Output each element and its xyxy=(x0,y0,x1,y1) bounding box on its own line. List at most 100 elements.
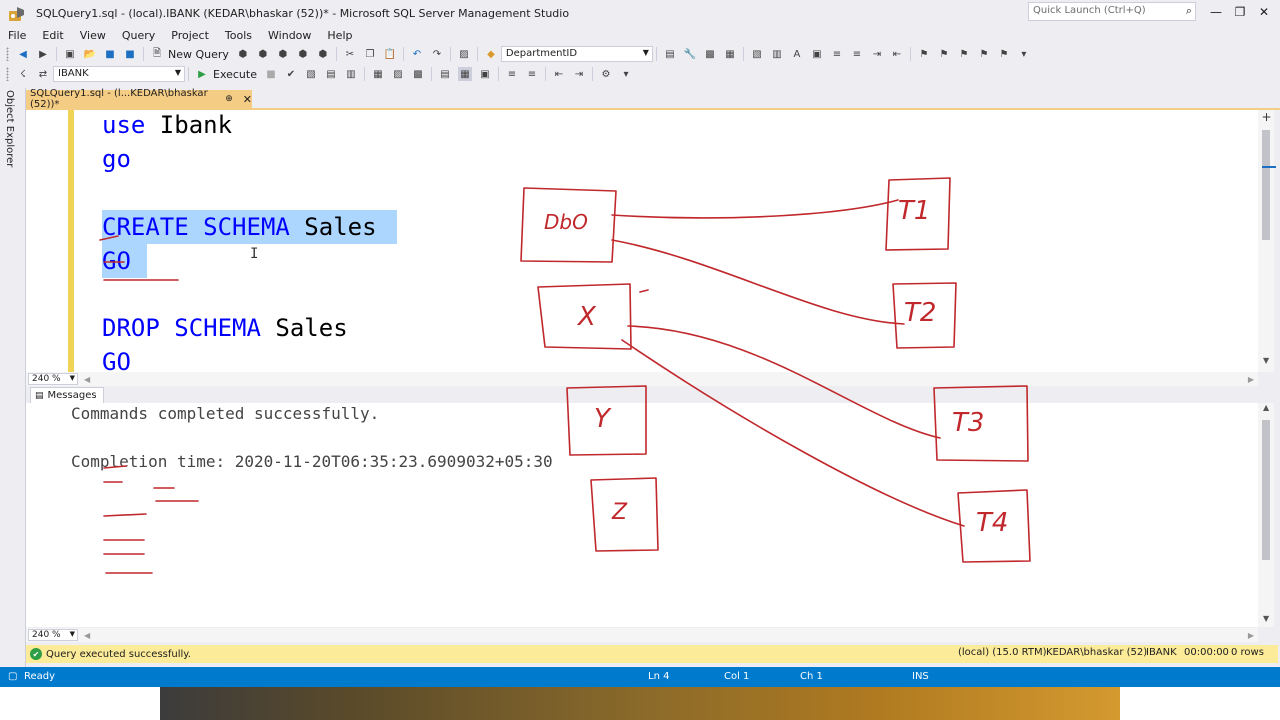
specify-values-icon[interactable]: ⚙ xyxy=(599,67,613,81)
restore-button[interactable]: ❐ xyxy=(1228,3,1252,21)
message-line-1: Commands completed successfully. xyxy=(71,404,380,423)
open-file-icon[interactable]: 📂 xyxy=(83,47,97,61)
save-all-icon[interactable]: ■ xyxy=(123,47,137,61)
back-icon[interactable]: ◀ xyxy=(16,47,30,61)
results-to-grid-icon[interactable]: ▦ xyxy=(458,67,472,81)
dax-query-icon[interactable]: ⬢ xyxy=(316,47,330,61)
comment-lines-icon[interactable]: ≡ xyxy=(505,67,519,81)
increase-indent-icon[interactable]: ⇥ xyxy=(572,67,586,81)
object-explorer-collapsed-tab[interactable]: Object Explorer xyxy=(0,88,26,668)
undo-icon[interactable]: ↶ xyxy=(410,47,424,61)
scroll-right-icon[interactable]: ▶ xyxy=(1248,631,1254,640)
clear-bookmarks-icon[interactable]: ⚑ xyxy=(997,47,1011,61)
prev-bookmark-icon[interactable]: ⚑ xyxy=(937,47,951,61)
menu-tools[interactable]: Tools xyxy=(217,29,260,42)
comment-icon[interactable]: ≡ xyxy=(830,47,844,61)
copy-icon[interactable]: ❐ xyxy=(363,47,377,61)
messages-scroll-up-icon[interactable]: ▲ xyxy=(1263,403,1269,412)
menu-file[interactable]: File xyxy=(0,29,34,42)
outdent-icon[interactable]: ⇤ xyxy=(890,47,904,61)
menu-window[interactable]: Window xyxy=(260,29,319,42)
execute-icon[interactable]: ▶ xyxy=(195,67,209,81)
xmla-query-icon[interactable]: ⬢ xyxy=(296,47,310,61)
dmx-query-icon[interactable]: ⬢ xyxy=(276,47,290,61)
toolbar-grip[interactable] xyxy=(6,67,9,81)
messages-zoom-bar: 240 % ▼ ◀ ▶ xyxy=(26,628,1258,642)
save-icon[interactable]: ■ xyxy=(103,47,117,61)
toolbar-overflow-icon[interactable]: ▾ xyxy=(1017,47,1031,61)
department-combo[interactable]: DepartmentID ▼ xyxy=(500,46,653,62)
mdx-query-icon[interactable]: ⬢ xyxy=(256,47,270,61)
redo-icon[interactable]: ↷ xyxy=(430,47,444,61)
toolbar-overflow-icon[interactable]: ▾ xyxy=(619,67,633,81)
scroll-left-icon[interactable]: ◀ xyxy=(84,375,90,384)
minimize-button[interactable]: — xyxy=(1204,3,1228,21)
next-bookmark-icon[interactable]: ⚑ xyxy=(957,47,971,61)
wrench-icon[interactable]: 🔧 xyxy=(683,47,697,61)
editor-scroll-thumb[interactable] xyxy=(1262,130,1270,240)
font-size-icon[interactable]: A xyxy=(790,47,804,61)
cancel-query-icon[interactable]: ■ xyxy=(264,67,278,81)
pin-icon[interactable]: ⊕ xyxy=(225,94,233,104)
close-tab-icon[interactable]: ✕ xyxy=(243,93,252,106)
connect-icon[interactable]: ☇ xyxy=(16,67,30,81)
close-button[interactable]: ✕ xyxy=(1252,3,1276,21)
messages-scroll-thumb[interactable] xyxy=(1262,420,1270,560)
menu-help[interactable]: Help xyxy=(319,29,360,42)
cut-icon[interactable]: ✂ xyxy=(343,47,357,61)
messages-zoom-combo[interactable]: 240 % ▼ xyxy=(28,629,78,641)
parse-icon[interactable]: ✔ xyxy=(284,67,298,81)
estimated-plan-icon[interactable]: ▧ xyxy=(304,67,318,81)
messages-pane[interactable]: Commands completed successfully. Complet… xyxy=(26,403,1258,627)
include-plan-icon[interactable]: ▦ xyxy=(371,67,385,81)
code-line-4: GO xyxy=(102,244,147,278)
paste-icon[interactable]: 📋 xyxy=(383,47,397,61)
results-to-file-icon[interactable]: ▣ xyxy=(478,67,492,81)
forward-icon[interactable]: ▶ xyxy=(36,47,50,61)
query-editor[interactable]: use Ibank go CREATE SCHEMA Sales GO DROP… xyxy=(26,110,1258,372)
messages-scroll-down-icon[interactable]: ▼ xyxy=(1263,614,1269,623)
query-options-icon[interactable]: ▤ xyxy=(324,67,338,81)
results-to-text-icon[interactable]: ▤ xyxy=(438,67,452,81)
template-icon[interactable]: ▧ xyxy=(750,47,764,61)
scroll-right-icon[interactable]: ▶ xyxy=(1248,375,1254,384)
bookmark-icon[interactable]: ⚑ xyxy=(917,47,931,61)
tab-sqlquery1[interactable]: SQLQuery1.sql - (l...KEDAR\bhaskar (52))… xyxy=(26,88,252,110)
label-x: X xyxy=(578,302,596,332)
code-line-2: go xyxy=(102,145,131,173)
menu-query[interactable]: Query xyxy=(114,29,163,42)
intellisense-icon[interactable]: ▥ xyxy=(344,67,358,81)
quick-launch-input[interactable]: Quick Launch (Ctrl+Q) ⌕ xyxy=(1028,2,1196,21)
activity-monitor-icon[interactable]: ▨ xyxy=(457,47,471,61)
indent-icon[interactable]: ⇥ xyxy=(870,47,884,61)
new-query-button[interactable]: New Query xyxy=(168,48,229,61)
change-connection-icon[interactable]: ⇄ xyxy=(36,67,50,81)
menu-project[interactable]: Project xyxy=(163,29,217,42)
scroll-down-icon[interactable]: ▼ xyxy=(1263,356,1269,365)
scroll-left-icon[interactable]: ◀ xyxy=(84,631,90,640)
tab-messages[interactable]: ▤ Messages xyxy=(30,387,104,403)
execute-button[interactable]: Execute xyxy=(213,68,257,81)
decrease-indent-icon[interactable]: ⇤ xyxy=(552,67,566,81)
uncomment-icon[interactable]: ≡ xyxy=(850,47,864,61)
toolbar-grip[interactable] xyxy=(6,47,9,61)
split-editor-icon[interactable]: + xyxy=(1260,111,1273,124)
uncomment-lines-icon[interactable]: ≡ xyxy=(525,67,539,81)
menu-edit[interactable]: Edit xyxy=(34,29,71,42)
toolbox-icon[interactable]: ▩ xyxy=(703,47,717,61)
registered-servers-icon[interactable]: ▥ xyxy=(770,47,784,61)
properties-icon[interactable]: ▤ xyxy=(663,47,677,61)
bookmark-folder-icon[interactable]: ⚑ xyxy=(977,47,991,61)
new-project-icon[interactable]: ▣ xyxy=(63,47,77,61)
database-combo[interactable]: IBANK ▼ xyxy=(53,66,185,82)
menu-view[interactable]: View xyxy=(72,29,114,42)
layout-icon[interactable]: ▣ xyxy=(810,47,824,61)
new-query-icon[interactable]: 🗎 xyxy=(150,47,164,61)
solution-config-icon[interactable]: ◆ xyxy=(484,47,498,61)
client-stats-icon[interactable]: ▩ xyxy=(411,67,425,81)
object-explorer-icon[interactable]: ▦ xyxy=(723,47,737,61)
live-stats-icon[interactable]: ▨ xyxy=(391,67,405,81)
editor-zoom-combo[interactable]: 240 % ▼ xyxy=(28,373,78,385)
menu-bar: File Edit View Query Project Tools Windo… xyxy=(0,27,360,44)
db-engine-query-icon[interactable]: ⬢ xyxy=(236,47,250,61)
